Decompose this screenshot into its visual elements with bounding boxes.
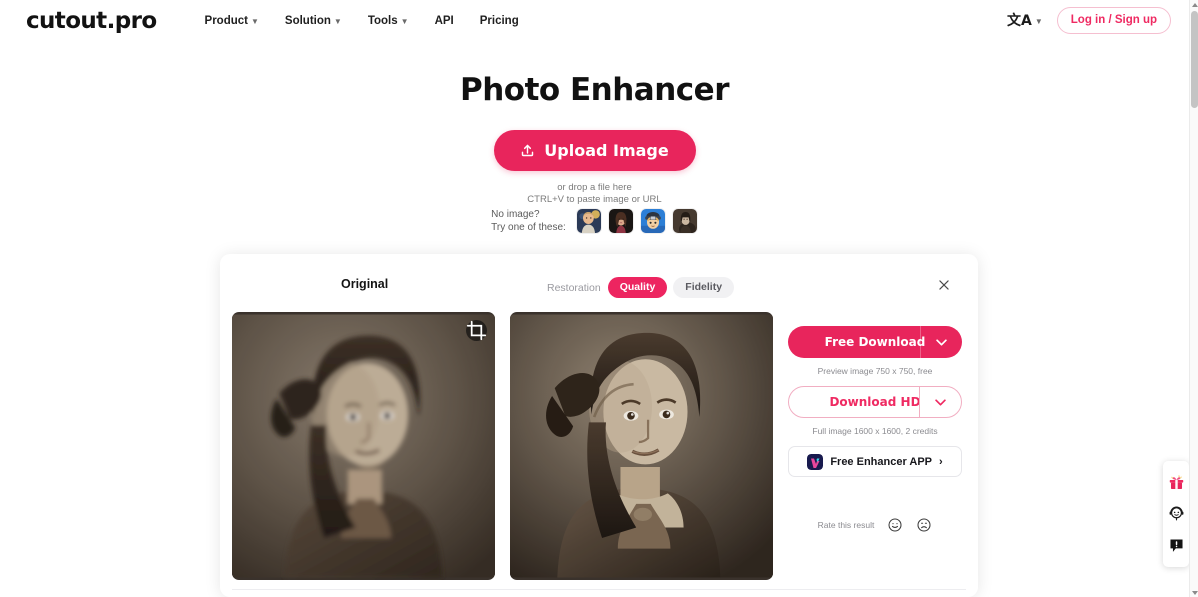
chevron-down-icon: [936, 338, 947, 346]
nav-label: Pricing: [479, 14, 519, 27]
free-enhancer-app-button[interactable]: Free Enhancer APP ›: [788, 446, 962, 477]
rate-result-row: Rate this result: [788, 517, 962, 533]
result-card-header: Original Restoration Quality Fidelity: [220, 254, 978, 299]
sample-thumb-vintage[interactable]: [671, 208, 698, 234]
scrollbar-thumb[interactable]: [1191, 11, 1198, 108]
sample-label-line-2: Try one of these:: [491, 222, 566, 233]
customer-service-icon[interactable]: [1168, 505, 1185, 522]
nav-item-product[interactable]: Product ▼: [205, 15, 259, 27]
sample-thumb-child[interactable]: [575, 208, 602, 234]
chevron-down-icon: [935, 398, 946, 406]
sample-images-label: No image? Try one of these:: [491, 208, 566, 234]
scroll-up-arrow[interactable]: [1190, 0, 1198, 9]
rate-result-label: Rate this result: [817, 520, 875, 530]
chevron-down-icon: ▼: [1034, 16, 1043, 26]
upload-button-label: Upload Image: [544, 141, 669, 160]
sample-images-section: No image? Try one of these:: [0, 208, 1189, 234]
page-title: Photo Enhancer: [460, 72, 730, 108]
chevron-down-icon: ▼: [400, 16, 409, 26]
restoration-mode-switcher: Restoration Quality Fidelity: [547, 277, 735, 298]
main-nav: Product ▼ Solution ▼ Tools ▼ API Pricing: [205, 15, 519, 27]
enhanced-image-canvas: [510, 314, 773, 578]
free-enhancer-app-label: Free Enhancer APP: [830, 455, 932, 468]
download-actions: Free Download Preview image 750 x 750, f…: [788, 326, 962, 533]
nav-label: Solution: [284, 14, 331, 27]
sample-thumb-woman[interactable]: [607, 208, 634, 234]
page-scrollbar[interactable]: [1189, 0, 1198, 597]
hero-section: Photo Enhancer Upload Image or drop a fi…: [0, 72, 1189, 206]
sample-thumb-anime-image: [640, 209, 665, 233]
download-hd-note: Full image 1600 x 1600, 2 credits: [812, 426, 938, 436]
free-download-button[interactable]: Free Download: [788, 326, 962, 358]
nav-item-solution[interactable]: Solution ▼: [285, 15, 342, 27]
scroll-down-arrow[interactable]: [1190, 588, 1198, 597]
sample-thumbnails: [575, 208, 698, 234]
chevron-right-icon: ›: [939, 455, 943, 468]
nav-label: Tools: [367, 14, 398, 27]
close-icon[interactable]: [937, 278, 951, 292]
drop-hint-line-1: or drop a file here: [557, 182, 632, 193]
crop-button[interactable]: [466, 320, 487, 341]
sample-label-line-1: No image?: [491, 209, 540, 220]
sample-thumb-child-image: [576, 209, 601, 233]
free-download-label: Free Download: [824, 335, 926, 349]
smiley-happy-icon[interactable]: [887, 517, 903, 533]
crop-icon: [466, 320, 487, 341]
nav-item-pricing[interactable]: Pricing: [480, 15, 519, 27]
sample-thumb-woman-image: [608, 209, 633, 233]
nav-item-api[interactable]: API: [435, 15, 454, 27]
floating-action-rail: [1163, 461, 1189, 567]
mode-tab-quality[interactable]: Quality: [607, 277, 668, 298]
nav-label: Product: [204, 14, 248, 27]
nav-item-tools[interactable]: Tools ▼: [368, 15, 409, 27]
restoration-label: Restoration: [547, 281, 601, 294]
free-download-dropdown[interactable]: [920, 326, 962, 358]
chevron-up-icon: [1191, 2, 1198, 7]
enhanced-image[interactable]: [510, 312, 773, 580]
enhancer-app-icon: [807, 453, 824, 470]
result-card: Original Restoration Quality Fidelity Fr…: [220, 254, 978, 597]
upload-image-button[interactable]: Upload Image: [493, 130, 696, 171]
feedback-icon[interactable]: [1168, 537, 1185, 554]
original-image-canvas: [232, 314, 495, 578]
language-switcher[interactable]: 文A ▼: [1007, 14, 1043, 28]
chevron-down-icon: [1191, 590, 1198, 595]
upload-icon: [522, 144, 534, 157]
original-label: Original: [341, 277, 389, 291]
chevron-down-icon: ▼: [250, 16, 259, 26]
translate-icon: 文A: [1007, 12, 1032, 29]
site-header: cutout.pro Product ▼ Solution ▼ Tools ▼ …: [0, 0, 1189, 41]
original-image[interactable]: [232, 312, 495, 580]
smiley-sad-icon[interactable]: [916, 517, 932, 533]
chevron-down-icon: ▼: [333, 16, 342, 26]
login-signup-button[interactable]: Log in / Sign up: [1056, 7, 1171, 34]
brand-logo[interactable]: cutout.pro: [26, 8, 157, 34]
download-hd-dropdown[interactable]: [919, 386, 961, 418]
gift-icon[interactable]: [1168, 474, 1185, 491]
card-divider: [232, 589, 966, 590]
sample-thumb-vintage-image: [672, 209, 697, 233]
header-actions: 文A ▼ Log in / Sign up: [1007, 7, 1171, 34]
download-hd-button[interactable]: Download HD: [788, 386, 962, 418]
drop-hint-line-2: CTRL+V to paste image or URL: [527, 194, 662, 205]
download-hd-label: Download HD: [829, 395, 921, 409]
mode-tab-fidelity[interactable]: Fidelity: [673, 277, 735, 298]
nav-label: API: [434, 14, 454, 27]
free-download-note: Preview image 750 x 750, free: [817, 366, 933, 376]
sample-thumb-anime[interactable]: [639, 208, 666, 234]
drop-hint: or drop a file here CTRL+V to paste imag…: [0, 182, 1189, 206]
